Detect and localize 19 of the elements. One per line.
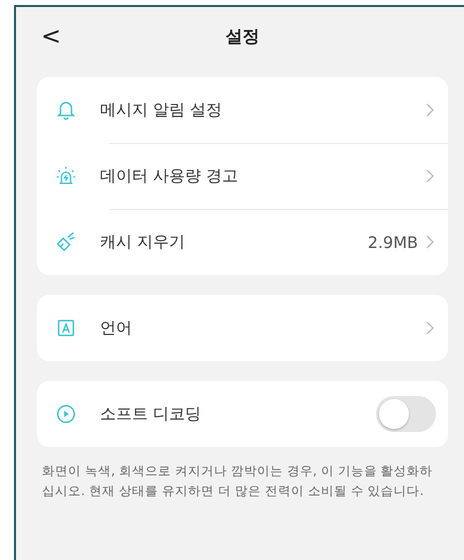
help-text: 화면이 녹색, 회색으로 켜지거나 깜박이는 경우, 이 기능을 활성화하십시오. 현재 상태를 유지하면 더 많은 전력이 소비될 수 있습니다. — [41, 462, 434, 500]
setting-label[interactable]: 메시지 알림 설정 — [100, 100, 426, 120]
cache-size: 2.9MB — [368, 232, 418, 252]
setting-label[interactable]: 캐시 지우기 — [100, 232, 368, 252]
setting-label[interactable]: 소프트 디코딩 — [100, 404, 376, 424]
chevron-right-icon — [426, 321, 434, 335]
setting-label[interactable]: 데이터 사용량 경고 — [100, 166, 426, 186]
broom-icon — [55, 231, 77, 253]
chevron-right-icon — [426, 169, 434, 183]
chevron-right-icon — [426, 103, 434, 117]
back-button[interactable]: < — [37, 22, 66, 50]
page-title: 설정 — [226, 26, 260, 48]
toggle-switch[interactable] — [376, 396, 436, 432]
play-circle-icon — [55, 403, 77, 425]
setting-label[interactable]: 언어 — [100, 318, 426, 338]
language-icon — [55, 317, 77, 339]
chevron-right-icon — [426, 235, 434, 249]
alarm-light-icon — [55, 165, 77, 187]
bell-icon — [55, 99, 77, 121]
